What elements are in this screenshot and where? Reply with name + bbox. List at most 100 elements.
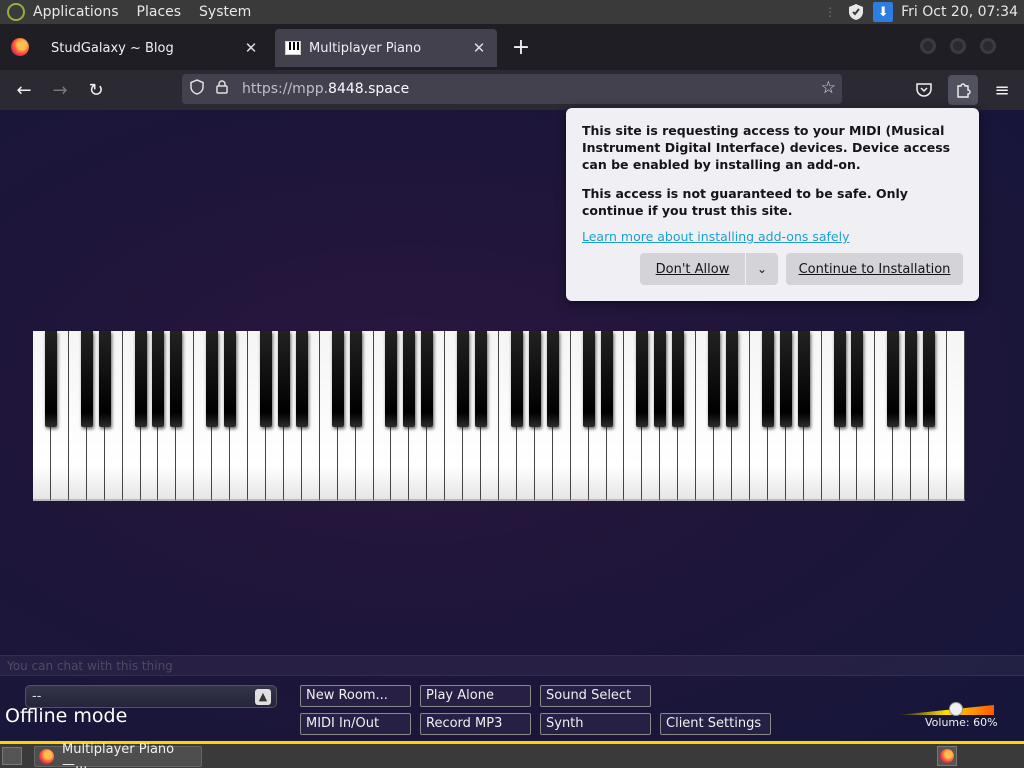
volume-slider[interactable]: [898, 702, 994, 716]
tab-bar: StudGalaxy ~ Blog ✕ Multiplayer Piano ✕ …: [0, 24, 1024, 70]
white-key[interactable]: [947, 331, 965, 501]
maximize-window-button[interactable]: [950, 38, 966, 54]
separator-icon: ⋮: [824, 5, 837, 19]
download-tray-icon[interactable]: ⬇: [873, 2, 894, 22]
volume-knob[interactable]: [948, 702, 963, 716]
black-key[interactable]: [708, 331, 721, 427]
clock[interactable]: Fri Oct 20, 07:34: [901, 4, 1018, 20]
forward-arrow-icon[interactable]: →: [48, 78, 72, 102]
new-room-button[interactable]: New Room...: [300, 685, 411, 707]
client-settings-button[interactable]: Client Settings: [660, 713, 771, 735]
close-tab-icon[interactable]: ✕: [243, 39, 259, 57]
sound-select-button[interactable]: Sound Select: [540, 685, 651, 707]
black-key[interactable]: [295, 331, 308, 427]
dont-allow-dropdown-chevron-down-icon[interactable]: ⌄: [746, 253, 778, 285]
dont-allow-split-button: Don't Allow ⌄: [640, 253, 778, 285]
room-select-value: --: [32, 689, 42, 704]
black-key[interactable]: [887, 331, 900, 427]
learn-more-link[interactable]: Learn more about installing add-ons safe…: [582, 229, 963, 244]
black-key[interactable]: [636, 331, 649, 427]
black-key[interactable]: [654, 331, 667, 427]
piano-favicon-icon: [285, 41, 301, 55]
black-key[interactable]: [546, 331, 559, 427]
tab-multiplayer-piano[interactable]: Multiplayer Piano ✕: [275, 29, 497, 67]
taskbar: Multiplayer Piano —...: [0, 741, 1024, 768]
black-key[interactable]: [224, 331, 237, 427]
close-tab-icon[interactable]: ✕: [471, 39, 487, 57]
black-key[interactable]: [600, 331, 613, 427]
firefox-icon: [39, 749, 54, 764]
system-menu[interactable]: System: [199, 4, 251, 20]
record-mp3-button[interactable]: Record MP3: [420, 713, 531, 735]
reload-icon[interactable]: ↻: [84, 78, 108, 102]
black-key[interactable]: [80, 331, 93, 427]
black-key[interactable]: [170, 331, 183, 427]
black-key[interactable]: [510, 331, 523, 427]
back-arrow-icon[interactable]: ←: [12, 78, 36, 102]
black-key[interactable]: [457, 331, 470, 427]
black-key[interactable]: [385, 331, 398, 427]
bookmark-star-icon[interactable]: ☆: [821, 78, 836, 98]
tab-title: StudGalaxy ~ Blog: [51, 40, 174, 56]
black-key[interactable]: [923, 331, 936, 427]
tracking-protection-shield-icon[interactable]: [190, 79, 206, 99]
black-key[interactable]: [726, 331, 738, 427]
black-key[interactable]: [134, 331, 147, 427]
volume-label: Volume: 60%: [925, 716, 998, 729]
new-tab-button[interactable]: +: [509, 35, 533, 60]
url-text[interactable]: https://mpp.8448.space: [242, 81, 409, 97]
black-key[interactable]: [260, 331, 272, 427]
black-key[interactable]: [206, 331, 219, 427]
tray-firefox-icon[interactable]: [937, 746, 957, 766]
minimize-window-button[interactable]: [920, 38, 936, 54]
black-key[interactable]: [761, 331, 774, 427]
black-key[interactable]: [528, 331, 541, 427]
lock-icon[interactable]: [216, 80, 230, 98]
popup-message: This site is requesting access to your M…: [582, 123, 951, 172]
black-key[interactable]: [331, 331, 344, 427]
black-key[interactable]: [403, 331, 416, 427]
black-key[interactable]: [349, 331, 362, 427]
places-menu[interactable]: Places: [137, 4, 182, 20]
play-alone-button[interactable]: Play Alone: [420, 685, 531, 707]
piano-keyboard[interactable]: [33, 331, 965, 501]
address-bar[interactable]: https://mpp.8448.space ☆: [182, 74, 842, 104]
black-key[interactable]: [582, 331, 595, 427]
black-key[interactable]: [672, 331, 685, 427]
black-key[interactable]: [277, 331, 290, 427]
volume-track: [898, 705, 994, 715]
black-key[interactable]: [44, 331, 57, 427]
chat-placeholder: You can chat with this thing: [7, 659, 173, 673]
applications-menu[interactable]: Applications: [33, 4, 119, 20]
shield-tray-icon[interactable]: [847, 3, 865, 21]
black-key[interactable]: [152, 331, 165, 427]
black-key[interactable]: [833, 331, 846, 427]
show-desktop-icon[interactable]: [2, 747, 22, 765]
black-key[interactable]: [779, 331, 792, 427]
black-key[interactable]: [98, 331, 111, 427]
black-key[interactable]: [851, 331, 864, 427]
black-key[interactable]: [421, 331, 434, 427]
taskbar-task-firefox[interactable]: Multiplayer Piano —...: [34, 742, 202, 768]
midi-permission-popup: This site is requesting access to your M…: [566, 108, 979, 301]
dont-allow-button[interactable]: Don't Allow: [640, 253, 745, 285]
close-window-button[interactable]: [980, 38, 996, 54]
chat-input[interactable]: You can chat with this thing: [0, 655, 1024, 676]
tab-studgalaxy[interactable]: StudGalaxy ~ Blog ✕: [41, 29, 269, 67]
extensions-puzzle-icon[interactable]: [948, 75, 978, 105]
black-key[interactable]: [475, 331, 488, 427]
hamburger-menu-icon[interactable]: ≡: [990, 78, 1014, 102]
navigation-bar: ← → ↻ https://mpp.8448.space ☆ ≡: [0, 70, 1024, 110]
room-select-arrow-up-icon[interactable]: ▲: [255, 689, 271, 705]
continue-to-installation-button[interactable]: Continue to Installation: [786, 253, 963, 285]
firefox-view-icon[interactable]: [11, 38, 29, 56]
midi-in-out-button[interactable]: MIDI In/Out: [300, 713, 411, 735]
black-key[interactable]: [797, 331, 810, 427]
system-panel: Applications Places System ⋮ ⬇ Fri Oct 2…: [0, 0, 1024, 24]
synth-button[interactable]: Synth: [540, 713, 651, 735]
tab-title: Multiplayer Piano: [309, 40, 422, 56]
distro-logo-icon[interactable]: [7, 3, 25, 21]
black-key[interactable]: [905, 331, 918, 427]
status-text: Offline mode: [5, 705, 128, 727]
pocket-icon[interactable]: [912, 78, 936, 102]
